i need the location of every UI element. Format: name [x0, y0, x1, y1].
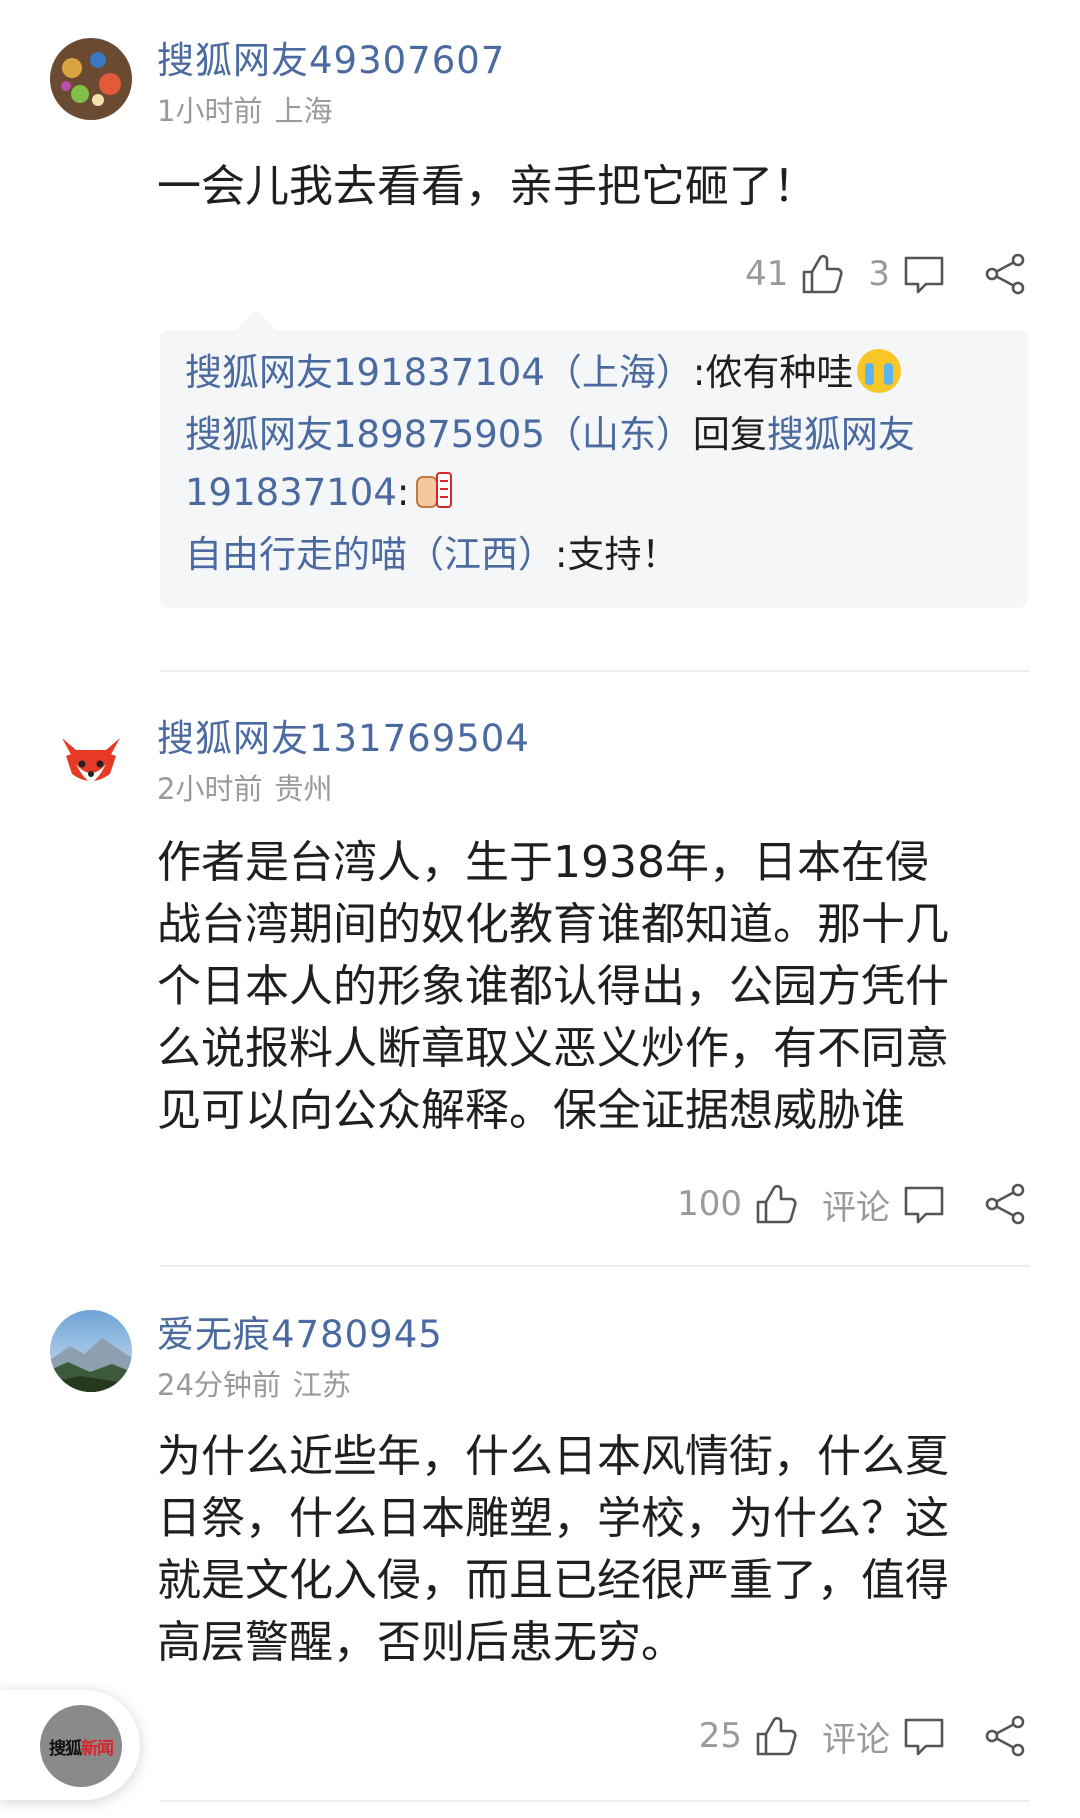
reply-author[interactable]: 自由行走的喵（江西） — [185, 533, 555, 576]
reply-author[interactable]: 搜狐网友189875905（山东） — [185, 413, 693, 456]
comment-body: 作者是台湾人，生于1938年，日本在侵 战台湾期间的奴化教育谁都知道。那十几 个… — [157, 832, 1027, 1142]
comment-meta: 1小时前 上海 — [157, 88, 332, 130]
comment-time: 1小时前 — [157, 94, 263, 128]
reply-item[interactable]: 自由行走的喵（江西）:支持！ — [185, 526, 1003, 584]
comment-line: 为什么近些年，什么日本风情街，什么夏 — [157, 1431, 949, 1482]
like-count: 100 — [677, 1184, 742, 1224]
reply-text: : — [396, 471, 410, 514]
comment-meta: 24分钟前 江苏 — [157, 1362, 351, 1404]
comment-bubble-icon[interactable] — [900, 1180, 948, 1228]
fist-power-emoji — [413, 469, 453, 513]
comment-meta: 2小时前 贵州 — [157, 766, 332, 808]
divider — [160, 670, 1030, 672]
comment-bubble-icon[interactable] — [900, 1712, 948, 1760]
reply-target[interactable]: 搜狐网友 — [767, 413, 915, 456]
avatar[interactable] — [50, 716, 132, 798]
comment-line: 么说报料人断章取义恶义炒作，有不同意 — [157, 1023, 949, 1074]
comment-location: 江苏 — [292, 1368, 351, 1402]
reply-keyword: 回复 — [692, 413, 767, 456]
comment-line: 战台湾期间的奴化教育谁都知道。那十几 — [157, 899, 949, 950]
comment-bubble-icon[interactable] — [900, 250, 948, 298]
thumbs-up-icon[interactable] — [752, 1180, 800, 1228]
logo-text-sohu: 搜狐 — [49, 1738, 82, 1759]
comment-actions: 25 评论 — [699, 1708, 1030, 1764]
reply-list: 搜狐网友191837104（上海）:侬有种哇 搜狐网友189875905（山东）… — [160, 330, 1028, 608]
comment-body: 一会儿我去看看，亲手把它砸了！ — [157, 156, 1027, 218]
comment-line: 作者是台湾人，生于1938年，日本在侵 — [157, 837, 929, 888]
comment-line: 高层警醒，否则后患无穷。 — [157, 1617, 685, 1668]
comment-count: 评论 — [822, 1719, 890, 1760]
username[interactable]: 搜狐网友49307607 — [157, 30, 505, 84]
sohu-news-logo-icon: 搜狐 新闻 — [40, 1705, 122, 1787]
reply-text: :侬有种哇 — [692, 351, 854, 394]
avatar[interactable] — [50, 1310, 132, 1392]
avatar[interactable] — [50, 38, 132, 120]
like-count: 41 — [745, 254, 789, 294]
share-icon[interactable] — [982, 1712, 1030, 1760]
colorful-avatar-icon — [50, 38, 132, 120]
reply-author[interactable]: 搜狐网友191837104（上海） — [185, 351, 693, 394]
comment-location: 上海 — [274, 94, 333, 128]
replies-caret — [236, 310, 276, 330]
fox-avatar-icon — [50, 716, 132, 798]
comment-count: 评论 — [822, 1187, 890, 1228]
username[interactable]: 搜狐网友131769504 — [157, 708, 530, 762]
logo-text-news: 新闻 — [81, 1738, 114, 1759]
divider — [160, 1265, 1030, 1267]
comment-time: 24分钟前 — [157, 1368, 281, 1402]
comment-line: 个日本人的形象谁都认得出，公园方凭什 — [157, 961, 949, 1012]
thumbs-up-icon[interactable] — [752, 1712, 800, 1760]
comment-line: 一会儿我去看看，亲手把它砸了！ — [157, 161, 817, 212]
divider — [160, 1800, 1030, 1802]
reply-item[interactable]: 搜狐网友189875905（山东）回复搜狐网友 191837104: — [185, 406, 1003, 522]
crying-face-emoji — [857, 349, 902, 393]
comment-actions: 41 3 — [745, 246, 1030, 302]
comment-line: 日祭，什么日本雕塑，学校，为什么？这 — [157, 1493, 949, 1544]
comment-time: 2小时前 — [157, 772, 263, 806]
comment-line: 就是文化入侵，而且已经很严重了，值得 — [157, 1555, 949, 1606]
username[interactable]: 爱无痕4780945 — [157, 1304, 443, 1358]
comment-location: 贵州 — [274, 772, 333, 806]
thumbs-up-icon[interactable] — [798, 250, 846, 298]
share-icon[interactable] — [982, 1180, 1030, 1228]
comment-body: 为什么近些年，什么日本风情街，什么夏 日祭，什么日本雕塑，学校，为什么？这 就是… — [157, 1426, 1027, 1674]
share-icon[interactable] — [982, 250, 1030, 298]
like-count: 25 — [698, 1716, 742, 1756]
reply-target-id[interactable]: 191837104 — [185, 471, 397, 514]
comment-count: 3 — [868, 254, 890, 294]
comment-line: 见可以向公众解释。保全证据想威胁谁 — [157, 1085, 905, 1136]
reply-item[interactable]: 搜狐网友191837104（上海）:侬有种哇 — [185, 344, 1003, 402]
reply-text: :支持！ — [555, 533, 679, 576]
sohu-news-floating-button[interactable]: 搜狐 新闻 — [0, 1690, 140, 1800]
comment-actions: 100 评论 — [677, 1176, 1030, 1232]
mountain-avatar-icon — [50, 1310, 132, 1392]
